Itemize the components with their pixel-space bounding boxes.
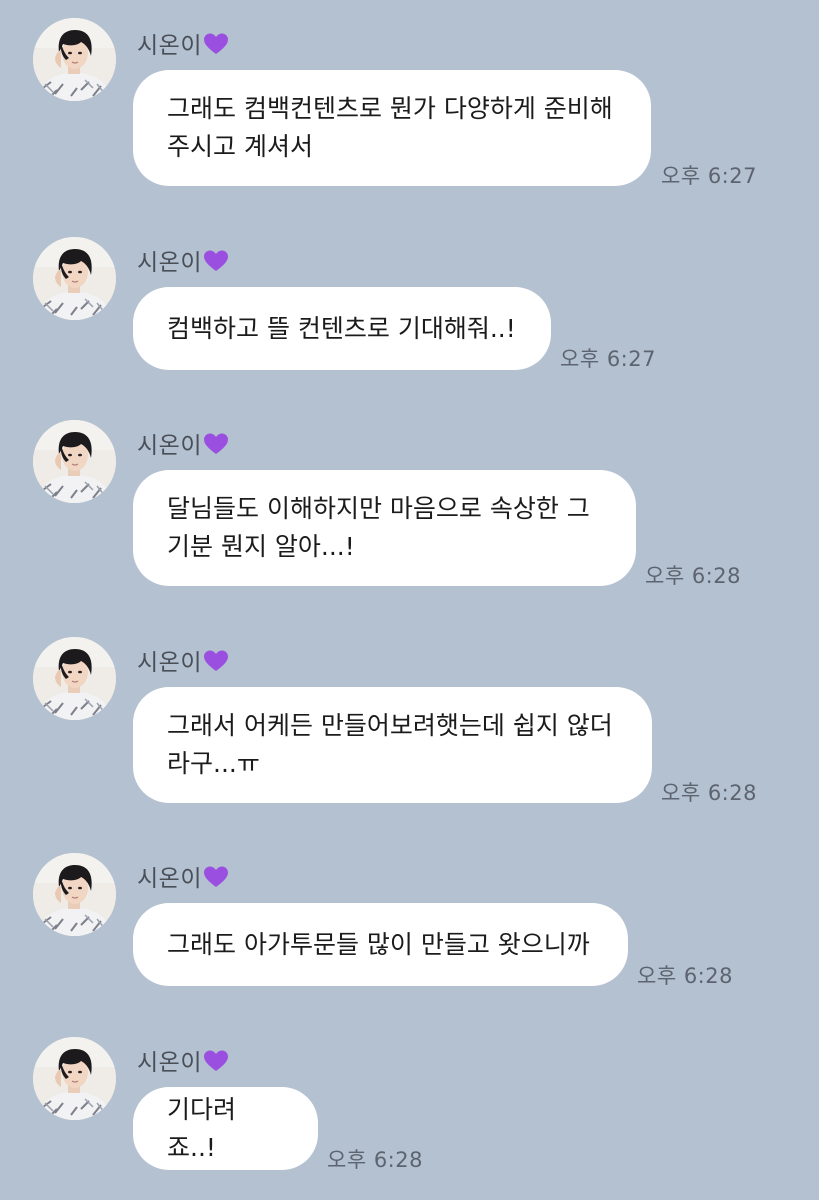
message-time: 오후 6:28 [327,1148,423,1172]
message-bubble[interactable]: 그래도 아가투문들 많이 만들고 왓으니까 [133,903,628,986]
message-text: 기다려죠..! [167,1094,237,1162]
message-bubble[interactable]: 컴백하고 뜰 컨텐츠로 기대해줘..! [133,287,551,370]
avatar[interactable] [33,637,116,720]
message-text: 그래도 아가투문들 많이 만들고 왓으니까 [167,929,590,959]
message-bubble[interactable]: 그래서 어케든 만들어보려햇는데 쉽지 않더 라구...ㅠ [133,687,652,803]
message-time: 오후 6:27 [560,347,656,371]
purple-heart-icon [203,865,229,895]
message-text: 컴백하고 뜰 컨텐츠로 기대해줘..! [167,313,516,343]
sender-name: 시온이 [137,26,229,62]
sender-name: 시온이 [137,643,229,679]
avatar[interactable] [33,1037,116,1120]
sender-name: 시온이 [137,243,229,279]
sender-name-text: 시온이 [137,33,202,59]
message-text: 달님들도 이해하지만 마음으로 속상한 그 기분 뭔지 알아...! [167,494,590,561]
purple-heart-icon [203,249,229,279]
message-time: 오후 6:28 [645,564,741,588]
sender-name: 시온이 [137,426,229,462]
message-time: 오후 6:27 [661,164,757,188]
message-bubble[interactable]: 기다려죠..! [133,1087,318,1170]
message-bubble[interactable]: 달님들도 이해하지만 마음으로 속상한 그 기분 뭔지 알아...! [133,470,636,586]
avatar[interactable] [33,18,116,101]
purple-heart-icon [203,649,229,679]
message-text: 그래도 컴백컨텐츠로 뭔가 다양하게 준비해 주시고 계셔서 [167,94,613,161]
sender-name-text: 시온이 [137,433,202,459]
avatar[interactable] [33,420,116,503]
purple-heart-icon [203,32,229,62]
message-time: 오후 6:28 [661,781,757,805]
message-bubble[interactable]: 그래도 컴백컨텐츠로 뭔가 다양하게 준비해 주시고 계셔서 [133,70,651,186]
sender-name-text: 시온이 [137,1050,202,1076]
sender-name-text: 시온이 [137,650,202,676]
sender-name: 시온이 [137,859,229,895]
avatar[interactable] [33,237,116,320]
purple-heart-icon [203,432,229,462]
purple-heart-icon [203,1049,229,1079]
sender-name: 시온이 [137,1043,229,1079]
message-time: 오후 6:28 [637,964,733,988]
sender-name-text: 시온이 [137,250,202,276]
message-text: 그래서 어케든 만들어보려햇는데 쉽지 않더 라구...ㅠ [167,711,613,778]
avatar[interactable] [33,853,116,936]
sender-name-text: 시온이 [137,866,202,892]
